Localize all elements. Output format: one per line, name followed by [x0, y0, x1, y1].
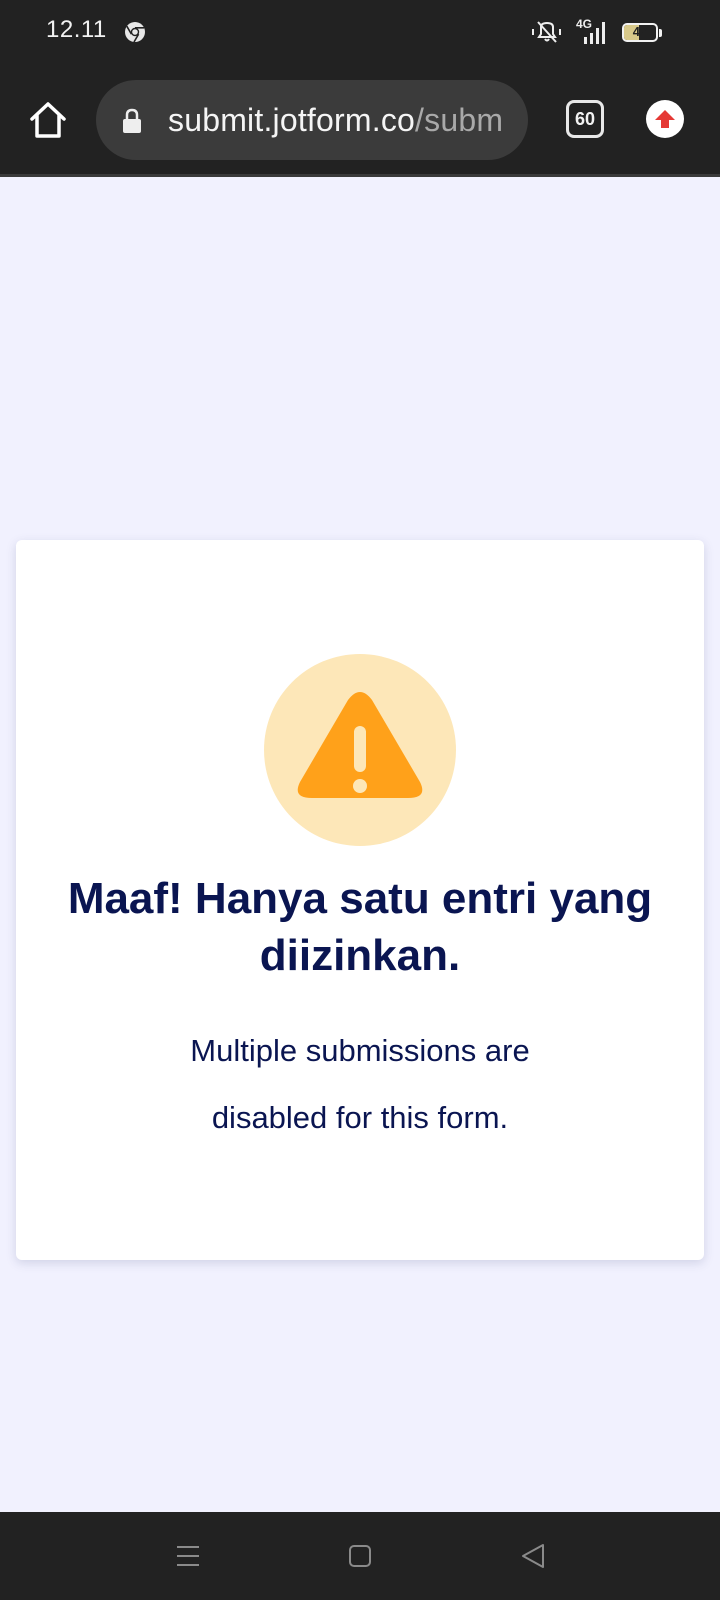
tab-count: 60 [574, 108, 596, 129]
toolbar-divider [0, 174, 720, 177]
mute-icon [532, 21, 561, 43]
back-icon[interactable] [520, 1542, 546, 1570]
home-icon[interactable] [26, 98, 70, 142]
page-message: Multiple submissions are disabled for th… [190, 1033, 530, 1135]
chrome-icon [125, 22, 145, 43]
url-domain: submit.jotform.co [168, 102, 416, 138]
lock-icon[interactable] [122, 108, 142, 134]
tab-switcher-button[interactable]: 60 [566, 100, 604, 138]
warning-triangle-icon [297, 692, 423, 798]
menu-icon[interactable] [176, 1544, 200, 1568]
battery-icon: 47 [622, 21, 662, 43]
signal-icon: 4G [572, 17, 612, 45]
battery-level: 47 [632, 24, 648, 39]
status-icons: 4G 47 [532, 17, 662, 46]
update-button[interactable] [646, 100, 684, 138]
url-path: /subm [415, 102, 504, 138]
square-home-icon[interactable] [348, 1544, 372, 1568]
page-title: Maaf! Hanya satu entri yang diizinkan. [67, 874, 653, 980]
warning-badge [264, 654, 456, 846]
status-bar: 12.11 4G 47 [0, 0, 720, 64]
url-text[interactable]: submit.jotform.co/subm [168, 102, 503, 139]
error-card: Maaf! Hanya satu entri yang diizinkan. M… [16, 540, 704, 1260]
browser-toolbar: submit.jotform.co/subm 60 [0, 64, 720, 174]
system-nav-bar [0, 1512, 720, 1600]
update-arrow-icon [655, 110, 675, 128]
status-time: 12.11 [46, 16, 107, 43]
url-bar[interactable]: submit.jotform.co/subm [96, 80, 528, 160]
